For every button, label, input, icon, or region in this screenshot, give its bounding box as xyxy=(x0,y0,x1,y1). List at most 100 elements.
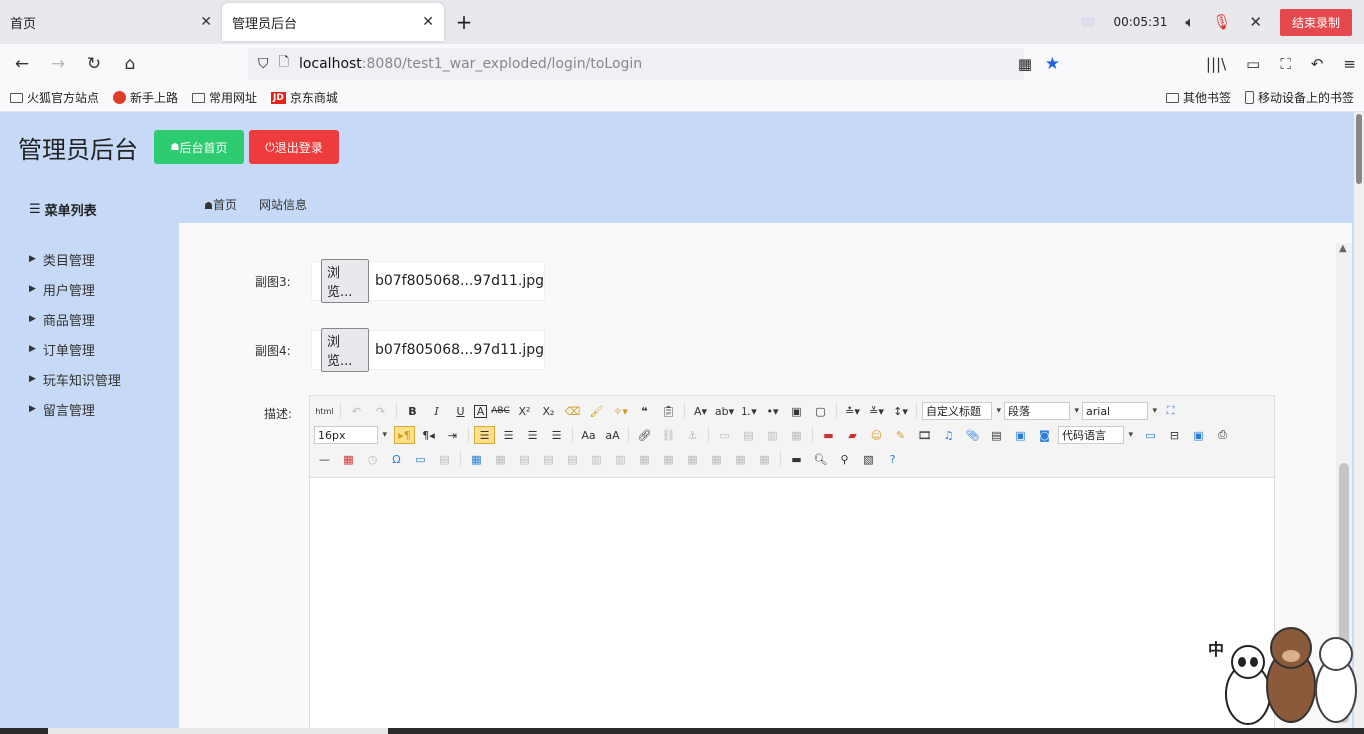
tab-admin[interactable]: 管理员后台 ✕ xyxy=(222,3,444,41)
paragraph-select[interactable]: 段落 xyxy=(1004,402,1079,420)
strikethrough-icon[interactable]: ABC xyxy=(490,402,511,420)
align-justify-icon[interactable]: ☰ xyxy=(546,426,567,444)
subscript-icon[interactable]: X₂ xyxy=(538,402,559,420)
admin-home-button[interactable]: ☗ 后台首页 xyxy=(154,130,244,164)
bookmark-item[interactable]: 其他书签 xyxy=(1165,89,1231,106)
stop-recording-button[interactable]: 结束录制 xyxy=(1279,8,1352,36)
split-rows-icon[interactable]: ▦ xyxy=(730,450,751,468)
scrawl-icon[interactable]: ✎ xyxy=(890,426,911,444)
help-icon[interactable]: ? xyxy=(882,450,903,468)
undo-icon[interactable]: ↶ xyxy=(1311,55,1324,73)
code-language-select[interactable]: 代码语言 xyxy=(1058,426,1133,444)
source-code-button[interactable]: html xyxy=(314,402,335,420)
split-cells-icon[interactable]: ▦ xyxy=(706,450,727,468)
split-cols-icon[interactable]: ▦ xyxy=(754,450,775,468)
redo-icon[interactable]: ↷ xyxy=(370,402,391,420)
sidebar-item-category[interactable]: ▶ 类目管理 xyxy=(29,244,121,274)
align-right-icon[interactable]: ☰ xyxy=(522,426,543,444)
insert-row-icon[interactable]: ▤ xyxy=(538,450,559,468)
link-icon[interactable]: 🔗︎ xyxy=(634,426,655,444)
shield-icon[interactable]: ⛉ xyxy=(258,56,269,72)
insert-frame-icon[interactable]: ◙ xyxy=(1034,426,1055,444)
speaker-icon[interactable]: 🔈︎ xyxy=(1185,13,1194,31)
sidebar-icon[interactable]: ▭ xyxy=(1246,55,1260,73)
close-icon[interactable]: ✕ xyxy=(1249,13,1262,31)
clear-doc-icon[interactable]: ▢ xyxy=(810,402,831,420)
format-painter-icon[interactable]: 🖌︎ xyxy=(586,402,607,420)
auto-format-icon[interactable]: ✧▾ xyxy=(610,402,631,420)
insert-table-icon[interactable]: ▦ xyxy=(466,450,487,468)
browse-button[interactable]: 浏览... xyxy=(321,328,369,372)
reload-icon[interactable]: ↻ xyxy=(76,54,112,74)
qr-code-icon[interactable]: ▦ xyxy=(1018,55,1032,73)
merge-right-icon[interactable]: ▦ xyxy=(658,450,679,468)
align-left-icon[interactable]: ☰ xyxy=(474,426,495,444)
insert-para-before-table-icon[interactable]: ▤ xyxy=(514,450,535,468)
delete-table-icon[interactable]: ▦ xyxy=(490,450,511,468)
eraser-icon[interactable]: ⌫ xyxy=(562,402,583,420)
align-center-icon[interactable]: ☰ xyxy=(498,426,519,444)
scroll-up-icon[interactable]: ▲ xyxy=(1339,243,1347,254)
address-bar[interactable]: ⛉ 🗋 localhost:8080/test1_war_exploded/lo… xyxy=(248,48,1060,80)
sidebar-item-orders[interactable]: ▶ 订单管理 xyxy=(29,334,121,364)
breadcrumb-home[interactable]: ☗首页 xyxy=(204,196,237,213)
sidebar-item-car-knowledge[interactable]: ▶ 玩车知识管理 xyxy=(29,364,121,394)
forward-icon[interactable]: → xyxy=(40,54,76,74)
new-tab-button[interactable]: + xyxy=(444,3,484,41)
font-size-select[interactable]: 16px xyxy=(314,426,387,444)
close-tab-icon[interactable]: ✕ xyxy=(200,14,212,30)
back-icon[interactable]: ← xyxy=(4,54,40,74)
merge-cells-icon[interactable]: ▦ xyxy=(634,450,655,468)
anchor-icon[interactable]: ⚓︎ xyxy=(682,426,703,444)
italic-icon[interactable]: I xyxy=(426,402,447,420)
row-spacing-bottom-icon[interactable]: ≚▾ xyxy=(866,402,887,420)
merge-down-icon[interactable]: ▦ xyxy=(682,450,703,468)
superscript-icon[interactable]: X² xyxy=(514,402,535,420)
background-icon[interactable]: ▣ xyxy=(1188,426,1209,444)
row-spacing-top-icon[interactable]: ≛▾ xyxy=(842,402,863,420)
sidebar-item-products[interactable]: ▶ 商品管理 xyxy=(29,304,121,334)
file-input[interactable]: 浏览... b07f805068...97d11.jpg xyxy=(311,328,545,372)
sidebar-item-messages[interactable]: ▶ 留言管理 xyxy=(29,394,121,424)
image-right-icon[interactable]: ▥ xyxy=(762,426,783,444)
multi-image-icon[interactable]: ▰ xyxy=(842,426,863,444)
fullscreen-icon[interactable]: ⛶ xyxy=(1160,402,1181,420)
indent-icon[interactable]: ⇥ xyxy=(442,426,463,444)
delete-row-icon[interactable]: ▤ xyxy=(562,450,583,468)
template-icon[interactable]: ⊟ xyxy=(1164,426,1185,444)
select-all-icon[interactable]: ▣ xyxy=(786,402,807,420)
direction-rtl-icon[interactable]: ¶◂ xyxy=(418,426,439,444)
unordered-list-icon[interactable]: •▾ xyxy=(762,402,783,420)
library-icon[interactable]: |||\ xyxy=(1206,55,1226,73)
image-none-icon[interactable]: ▭ xyxy=(714,426,735,444)
bookmark-star-icon[interactable]: ★ xyxy=(1045,54,1060,74)
time-icon[interactable]: ◷ xyxy=(362,450,383,468)
bookmark-item[interactable]: 火狐官方站点 xyxy=(10,89,99,106)
video-icon[interactable]: 🎞︎ xyxy=(914,426,935,444)
preview-icon[interactable]: 🔍︎ xyxy=(810,450,831,468)
mic-muted-icon[interactable]: 🎙︎ xyxy=(1212,13,1231,31)
special-chars-icon[interactable]: Ω xyxy=(386,450,407,468)
uppercase-icon[interactable]: Aa xyxy=(578,426,599,444)
custom-heading-select[interactable]: 自定义标题 xyxy=(922,402,1001,420)
delete-col-icon[interactable]: ▥ xyxy=(610,450,631,468)
search-replace-icon[interactable]: ⚲ xyxy=(834,450,855,468)
screenshot-icon[interactable]: ⛶ xyxy=(1280,55,1291,73)
taskbar-active-app[interactable] xyxy=(48,728,388,734)
print-icon[interactable]: ⎙ xyxy=(1212,426,1233,444)
tab-home[interactable]: 首页 ✕ xyxy=(0,3,222,41)
bookmark-item[interactable]: JD 京东商城 xyxy=(271,89,338,106)
gmap-icon[interactable]: ▣ xyxy=(1010,426,1031,444)
underline-icon[interactable]: U xyxy=(450,402,471,420)
image-center-icon[interactable]: ▦ xyxy=(786,426,807,444)
bookmark-item[interactable]: 常用网址 xyxy=(192,89,257,106)
image-icon[interactable]: ▬ xyxy=(818,426,839,444)
page-break-icon[interactable]: ▭ xyxy=(1140,426,1161,444)
logout-button[interactable]: ⏻ 退出登录 xyxy=(249,130,339,164)
line-height-icon[interactable]: ↕▾ xyxy=(890,402,911,420)
bold-icon[interactable]: B xyxy=(402,402,423,420)
map-icon[interactable]: ▤ xyxy=(986,426,1007,444)
unlink-icon[interactable]: ⛓︎ xyxy=(658,426,679,444)
sidebar-item-users[interactable]: ▶ 用户管理 xyxy=(29,274,121,304)
word-image-icon[interactable]: ▤ xyxy=(434,450,455,468)
